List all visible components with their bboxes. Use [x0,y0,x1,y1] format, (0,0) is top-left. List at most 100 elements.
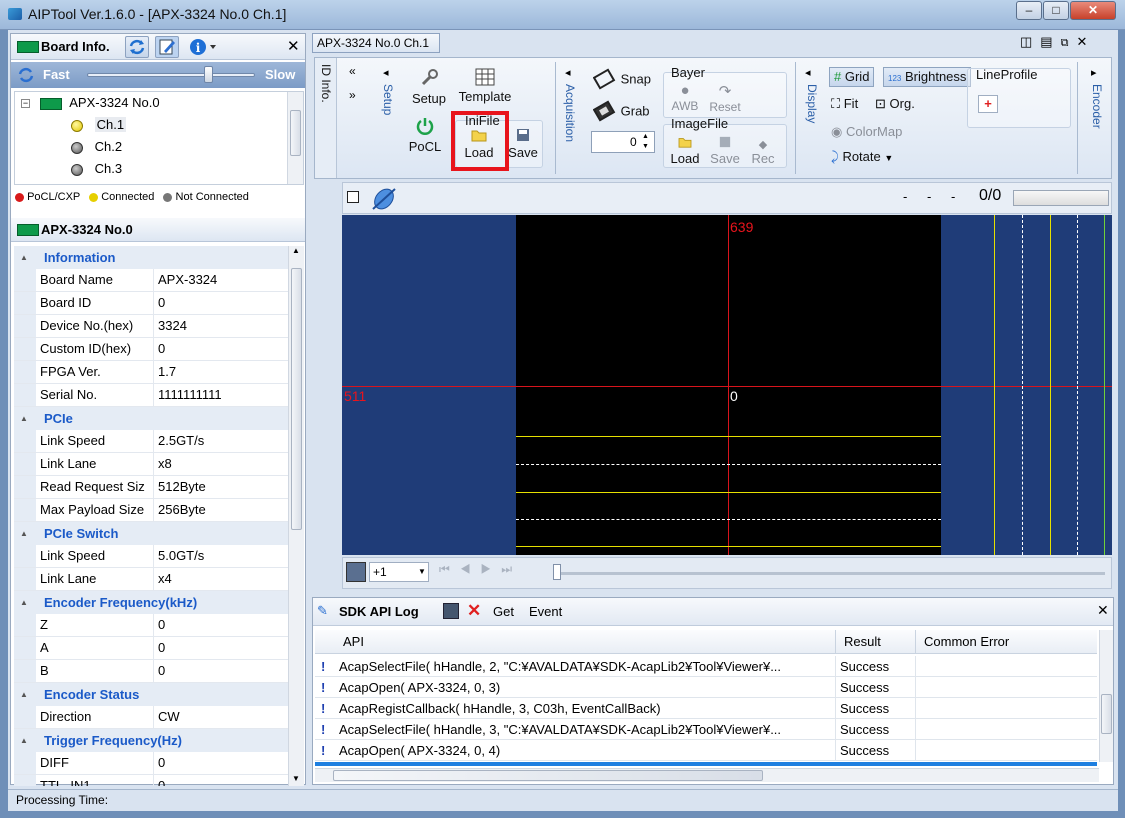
section-collapse-icon[interactable]: ▲ [20,407,28,430]
split-horizontal-icon[interactable]: ▤ [1040,34,1060,49]
col-api[interactable]: API [343,630,364,654]
tree-channel-1[interactable]: Ch.1 [71,114,127,136]
property-row[interactable]: Max Payload Size 256Byte [14,499,304,522]
section-collapse-icon[interactable]: ▲ [20,729,28,752]
property-row[interactable]: TTL_IN1 0 [14,775,304,786]
speed-slider-thumb[interactable] [204,66,213,83]
log-hscroll-thumb[interactable] [333,770,763,781]
section-collapse-icon[interactable]: ▲ [20,522,28,545]
fit-button[interactable]: ⛶ Fit [831,96,858,112]
timeline-track[interactable] [555,572,1105,575]
property-row[interactable]: Link Lane x8 [14,453,304,476]
property-section-header[interactable]: ▲ Encoder Frequency(kHz) [14,591,304,614]
property-row[interactable]: Link Lane x4 [14,568,304,591]
colormap-button[interactable]: ◉ ColorMap [831,124,902,140]
tree-scroll-thumb[interactable] [290,110,301,156]
expand-right-icon[interactable]: » [349,88,356,102]
log-vscroll-thumb[interactable] [1101,694,1112,734]
play-icon[interactable]: ▶ [481,562,502,576]
log-hscrollbar[interactable] [315,768,1099,782]
info-icon[interactable]: i [189,38,219,59]
image-rec-button[interactable]: ◆ Rec [745,136,781,166]
timeline-thumb[interactable] [553,564,561,580]
toolbar-dash-2[interactable]: - [927,189,931,204]
tree-channel-2[interactable]: Ch.2 [71,136,122,158]
property-row[interactable]: Link Speed 2.5GT/s [14,430,304,453]
tab-document[interactable]: APX-3324 No.0 Ch.1 [312,33,440,53]
ini-save-button[interactable]: Save [505,128,541,160]
tree-scrollbar[interactable] [287,92,303,184]
panel-close-icon[interactable]: ✕ [287,37,300,55]
template-button[interactable]: Template [455,68,515,104]
awb-button[interactable]: ● AWB [669,82,701,113]
property-row[interactable]: Z0 [14,614,304,637]
split-vertical-icon[interactable]: ◫ [1020,34,1040,49]
frame-count-spinner[interactable]: 0 ▲ ▼ [591,131,655,153]
maximize-button[interactable]: □ [1043,1,1069,20]
minimize-button[interactable]: – [1016,1,1042,20]
zoom-select[interactable]: +1 ▼ [369,562,429,582]
property-row[interactable]: FPGA Ver. 1.7 [14,361,304,384]
property-section-header[interactable]: ▲ PCIe Switch [14,522,304,545]
first-frame-icon[interactable]: ⏮ [439,562,460,576]
property-row[interactable]: Read Request Siz 512Byte [14,476,304,499]
last-frame-icon[interactable]: ⏭ [501,562,522,576]
toolbar-dash-1[interactable]: - [903,189,907,204]
restore-icon[interactable]: ⧉ [1061,37,1077,49]
tree-channel-3[interactable]: Ch.3 [71,158,122,180]
property-row[interactable]: Board ID 0 [14,292,304,315]
property-row[interactable]: DIFF 0 [14,752,304,775]
log-row[interactable]: ! AcapSelectFile( hHandle, 2, "C:¥AVALDAT… [315,656,1097,677]
reset-button[interactable]: ↷ Reset [707,82,743,114]
acq-collapse-icon[interactable]: ◂ [565,66,571,79]
doc-close-icon[interactable]: ✕ [1076,34,1095,49]
edit-icon[interactable] [155,36,179,58]
close-button[interactable]: ✕ [1070,1,1116,20]
col-common-error[interactable]: Common Error [915,630,1009,654]
tree-board-node[interactable]: − APX-3324 No.0 [21,92,160,114]
property-scroll-thumb[interactable] [291,268,302,530]
log-event-button[interactable]: Event [529,604,562,619]
log-vscrollbar[interactable] [1099,630,1113,762]
property-row[interactable]: B0 [14,660,304,683]
log-save-icon[interactable] [443,603,459,619]
section-collapse-icon[interactable]: ▲ [20,246,28,269]
speed-slider-track[interactable] [87,73,255,77]
property-section-header[interactable]: ▲ Information [14,246,304,269]
add-lineprofile-button[interactable]: + [978,95,998,113]
brightness-button[interactable]: 123 Brightness [883,67,972,87]
expand-view-icon[interactable] [347,191,359,203]
setup-button[interactable]: Setup [409,68,449,106]
refresh-icon[interactable] [125,36,149,58]
prev-frame-icon[interactable]: ◀ [460,562,481,576]
section-collapse-icon[interactable]: ▲ [20,591,28,614]
log-row[interactable]: ! AcapOpen( APX-3324, 0, 3) Success [315,677,1097,698]
grid-button[interactable]: # Grid [829,67,875,87]
property-section-header[interactable]: ▲ Encoder Status [14,683,304,706]
property-row[interactable]: Direction CW [14,706,304,729]
log-clear-icon[interactable]: ✕ [467,601,481,621]
monitor-icon[interactable] [346,562,366,582]
log-row[interactable]: ! AcapOpen( APX-3324, 0, 4) Success [315,740,1097,761]
property-row[interactable]: A0 [14,637,304,660]
scroll-down-icon[interactable]: ▼ [292,774,300,783]
property-row[interactable]: Board Name APX-3324 [14,269,304,292]
property-section-header[interactable]: ▲ PCIe [14,407,304,430]
grab-button[interactable]: Grab [592,100,650,122]
log-close-icon[interactable]: ✕ [1097,602,1109,619]
setup-collapse-icon[interactable]: ◂ [383,66,389,79]
property-row[interactable]: Custom ID(hex) 0 [14,338,304,361]
section-collapse-icon[interactable]: ▲ [20,683,28,706]
collapse-left-icon[interactable]: « [349,64,356,78]
collapse-icon[interactable]: − [21,99,30,109]
image-load-button[interactable]: Load [667,136,703,166]
log-row[interactable]: ! AcapRegistCallback( hHandle, 3, C03h, E… [315,698,1097,719]
ini-load-button[interactable]: Load [461,128,497,160]
property-row[interactable]: Serial No. 1111111111 [14,384,304,407]
pocl-button[interactable]: PoCL [407,116,443,154]
org-button[interactable]: ⊡ Org. [875,96,915,112]
spinner-arrows-icon[interactable]: ▲ ▼ [642,132,649,152]
connector-icon[interactable] [369,185,399,213]
property-section-header[interactable]: ▲ Trigger Frequency(Hz) [14,729,304,752]
toolbar-dash-3[interactable]: - [951,189,955,204]
